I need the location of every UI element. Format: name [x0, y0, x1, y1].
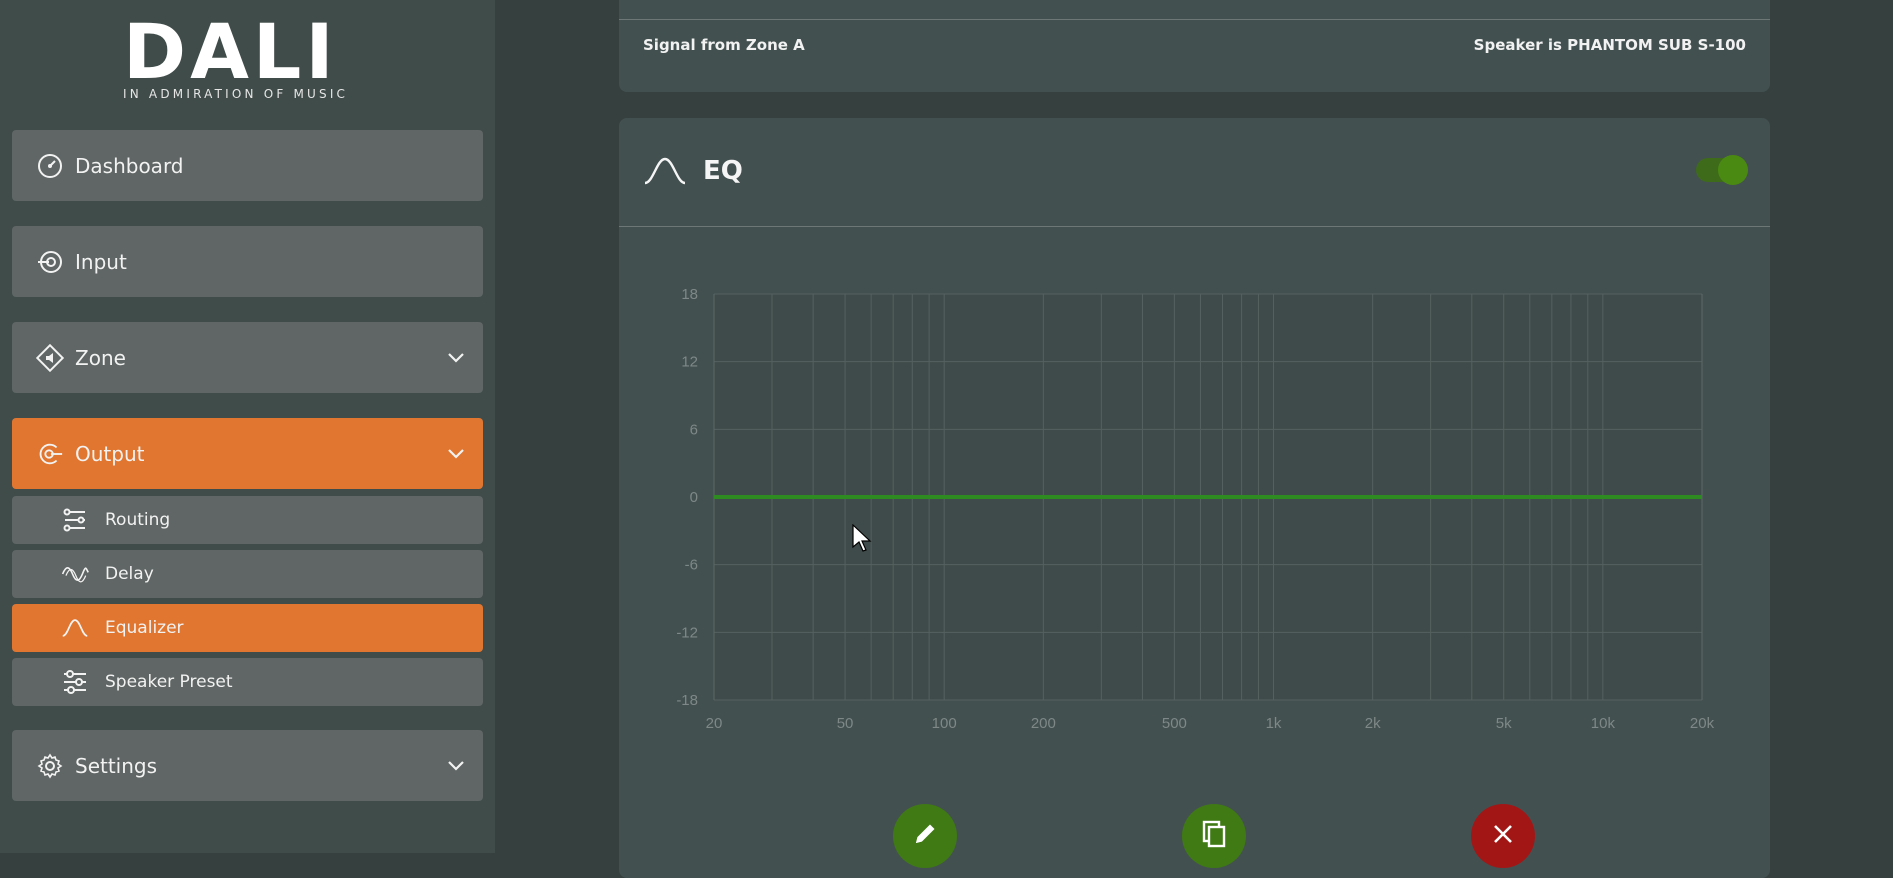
- logo-tagline: IN ADMIRATION OF MUSIC: [123, 87, 349, 101]
- y-tick-label: 6: [690, 421, 698, 438]
- y-tick-label: 18: [681, 286, 698, 303]
- zone-speaker-icon: [36, 343, 64, 372]
- x-tick-label: 500: [1162, 715, 1187, 732]
- input-icon: [36, 248, 64, 276]
- nav-output-label: Output: [75, 441, 145, 466]
- copy-button[interactable]: [1182, 804, 1246, 868]
- x-tick-label: 20k: [1690, 715, 1715, 732]
- x-tick-label: 50: [837, 715, 854, 732]
- speaker-model: Speaker is PHANTOM SUB S-100: [1473, 36, 1746, 54]
- gear-icon: [36, 752, 64, 780]
- nav-input[interactable]: Input: [12, 226, 483, 297]
- y-tick-label: 0: [690, 489, 698, 506]
- nav-delay-label: Delay: [105, 564, 154, 584]
- nav-dashboard[interactable]: Dashboard: [12, 130, 483, 201]
- nav-equalizer-label: Equalizer: [105, 618, 184, 638]
- mouse-cursor-icon: [852, 524, 872, 552]
- signal-source: Signal from Zone A: [643, 36, 805, 54]
- bell-curve-icon: [61, 614, 89, 642]
- nav-settings-label: Settings: [75, 753, 158, 778]
- delete-button[interactable]: [1471, 804, 1535, 868]
- chevron-down-icon[interactable]: [445, 347, 467, 369]
- x-tick-label: 100: [932, 715, 957, 732]
- delete-x-icon: [1491, 822, 1515, 850]
- edit-button[interactable]: [893, 804, 957, 868]
- delay-wave-icon: [61, 560, 89, 588]
- y-tick-label: -12: [676, 624, 698, 641]
- output-icon: [36, 440, 64, 468]
- y-tick-label: -6: [685, 557, 698, 574]
- dashboard-gauge-icon: [36, 152, 64, 180]
- chevron-down-icon[interactable]: [445, 755, 467, 777]
- x-tick-label: 1k: [1266, 715, 1282, 732]
- x-tick-label: 20: [706, 715, 723, 732]
- nav-equalizer[interactable]: Equalizer: [12, 604, 483, 652]
- chevron-down-icon[interactable]: [445, 443, 467, 465]
- sliders-icon: [61, 668, 89, 696]
- dali-logo[interactable]: DALI IN ADMIRATION OF MUSIC: [123, 14, 373, 104]
- nav-output[interactable]: Output: [12, 418, 483, 489]
- nav-speaker-preset-label: Speaker Preset: [105, 672, 233, 692]
- signal-card: Signal from Zone A Speaker is PHANTOM SU…: [619, 0, 1770, 92]
- x-tick-label: 200: [1031, 715, 1056, 732]
- edit-pencil-icon: [911, 820, 939, 852]
- routing-icon: [61, 506, 89, 534]
- nav-routing-label: Routing: [105, 510, 171, 530]
- x-tick-label: 10k: [1591, 715, 1616, 732]
- x-tick-label: 2k: [1365, 715, 1381, 732]
- x-tick-label: 5k: [1496, 715, 1512, 732]
- nav-routing[interactable]: Routing: [12, 496, 483, 544]
- nav-zone-label: Zone: [75, 345, 126, 370]
- eq-card: EQ 18 12 6 0 -6 -12 -18 20 50 100 200 500 1k 2k 5k 10k 2…: [619, 118, 1770, 878]
- logo-wordmark: DALI: [123, 7, 338, 96]
- y-tick-label: -18: [676, 692, 698, 709]
- nav-delay[interactable]: Delay: [12, 550, 483, 598]
- eq-frequency-chart[interactable]: 18 12 6 0 -6 -12 -18 20 50 100 200 500 1k 2k 5k 10k 20k: [619, 118, 1770, 858]
- y-tick-label: 12: [681, 354, 698, 371]
- copy-icon: [1199, 819, 1229, 853]
- nav-zone[interactable]: Zone: [12, 322, 483, 393]
- nav-settings[interactable]: Settings: [12, 730, 483, 801]
- nav-input-label: Input: [75, 249, 127, 274]
- nav-dashboard-label: Dashboard: [75, 153, 184, 178]
- nav-speaker-preset[interactable]: Speaker Preset: [12, 658, 483, 706]
- sidebar: DALI IN ADMIRATION OF MUSIC Dashboard In…: [0, 0, 495, 853]
- divider: [619, 19, 1770, 20]
